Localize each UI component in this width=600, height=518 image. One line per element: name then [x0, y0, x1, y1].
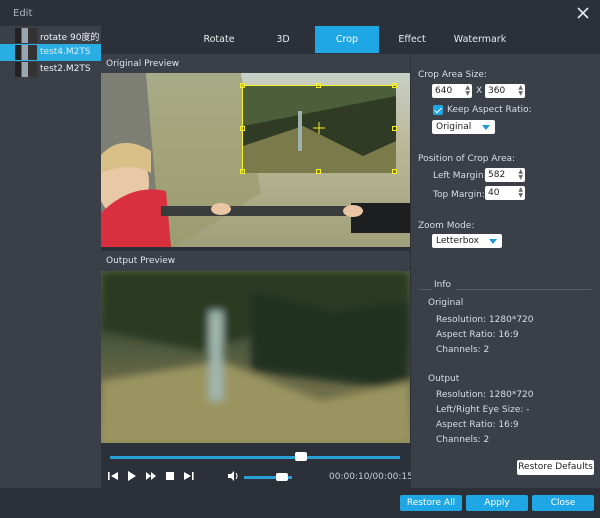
keep-aspect-checkbox[interactable]: [433, 105, 443, 115]
crop-height-input[interactable]: 360 ▲ ▼: [485, 84, 525, 98]
close-icon[interactable]: [574, 4, 592, 22]
original-preview-label: Original Preview: [106, 59, 180, 69]
tab-bar: Rotate 3D Crop Effect Watermark: [101, 26, 600, 53]
file-list: rotate 90度的... test4.M2TS test2.M2TS: [0, 26, 101, 488]
spinner-arrows-icon[interactable]: ▲ ▼: [518, 85, 523, 97]
original-preview-header: Original Preview: [101, 54, 410, 73]
crop-height-value: 360: [488, 86, 506, 96]
info-title: Info: [434, 280, 452, 290]
info-divider: [456, 289, 591, 290]
crosshair-icon: [313, 122, 325, 134]
close-button[interactable]: Close: [532, 495, 594, 511]
restore-all-button[interactable]: Restore All: [400, 495, 462, 511]
crop-handle[interactable]: [392, 169, 397, 174]
skip-forward-icon[interactable]: [183, 470, 195, 482]
top-margin-value: 40: [488, 188, 500, 198]
output-channels: Channels: 2: [436, 435, 490, 445]
original-preview: [101, 73, 410, 247]
skip-back-icon[interactable]: [107, 470, 119, 482]
zoom-mode-select[interactable]: Letterbox: [432, 234, 502, 248]
spinner-arrows-icon[interactable]: ▲ ▼: [465, 85, 470, 97]
top-margin-label: Top Margin:: [433, 190, 485, 200]
seek-handle[interactable]: [295, 452, 308, 461]
size-separator: X: [476, 86, 483, 96]
left-margin-value: 582: [488, 170, 506, 180]
file-name: rotate 90度的...: [40, 33, 100, 43]
original-channels: Channels: 2: [436, 345, 490, 355]
crop-handle[interactable]: [240, 126, 245, 131]
original-info-label: Original: [428, 298, 464, 308]
crop-position-label: Position of Crop Area:: [418, 154, 516, 164]
left-margin-label: Left Margin:: [433, 171, 487, 181]
tab-3d[interactable]: 3D: [258, 26, 308, 53]
file-item-test4[interactable]: test4.M2TS: [0, 44, 101, 61]
output-preview-label: Output Preview: [106, 256, 176, 266]
output-resolution: Resolution: 1280*720: [436, 390, 534, 400]
window-title: Edit: [13, 8, 33, 19]
title-bar: [0, 0, 600, 26]
file-item-test2[interactable]: test2.M2TS: [0, 61, 101, 78]
play-icon[interactable]: [125, 470, 137, 482]
stop-icon[interactable]: [164, 470, 176, 482]
chevron-down-icon: [489, 239, 497, 244]
file-name: test2.M2TS: [40, 64, 91, 74]
crop-area-size-label: Crop Area Size:: [418, 70, 487, 80]
time-display: 00:00:10/00:00:15: [329, 472, 413, 482]
original-resolution: Resolution: 1280*720: [436, 315, 534, 325]
output-info-label: Output: [428, 374, 460, 384]
tab-rotate[interactable]: Rotate: [191, 26, 247, 53]
crop-handle[interactable]: [240, 169, 245, 174]
original-aspect: Aspect Ratio: 16:9: [436, 330, 519, 340]
crop-handle[interactable]: [392, 126, 397, 131]
video-thumbnail: [15, 62, 37, 77]
crop-handle[interactable]: [392, 83, 397, 88]
crop-frame[interactable]: [240, 83, 397, 174]
crop-width-input[interactable]: 640 ▲ ▼: [432, 84, 472, 98]
video-thumbnail: [15, 45, 37, 60]
apply-button[interactable]: Apply: [466, 495, 528, 511]
spinner-arrows-icon[interactable]: ▲ ▼: [518, 187, 523, 199]
video-thumbnail: [15, 28, 37, 43]
restore-defaults-button[interactable]: Restore Defaults: [517, 460, 594, 475]
volume-icon[interactable]: [227, 470, 239, 482]
tab-watermark[interactable]: Watermark: [446, 26, 514, 53]
volume-handle[interactable]: [276, 473, 289, 481]
tab-crop[interactable]: Crop: [315, 26, 379, 53]
left-margin-input[interactable]: 582 ▲ ▼: [485, 168, 525, 182]
output-preview: [101, 271, 410, 443]
aspect-ratio-select[interactable]: Original: [432, 120, 495, 134]
aspect-ratio-value: Original: [436, 122, 472, 132]
file-name: test4.M2TS: [40, 47, 91, 57]
keep-aspect-label: Keep Aspect Ratio:: [447, 105, 532, 115]
zoom-mode-value: Letterbox: [436, 236, 479, 246]
fast-forward-icon[interactable]: [145, 470, 157, 482]
info-divider: [419, 289, 432, 290]
output-preview-image: [101, 271, 410, 443]
crop-handle[interactable]: [316, 83, 321, 88]
chevron-down-icon: [482, 125, 490, 130]
output-aspect: Aspect Ratio: 16:9: [436, 420, 519, 430]
file-item-rotate[interactable]: rotate 90度的...: [0, 27, 101, 44]
tab-effect[interactable]: Effect: [387, 26, 437, 53]
spinner-arrows-icon[interactable]: ▲ ▼: [518, 169, 523, 181]
zoom-mode-label: Zoom Mode:: [418, 221, 475, 231]
seek-bar: [101, 443, 410, 465]
seek-track[interactable]: [110, 456, 400, 459]
crop-handle[interactable]: [316, 169, 321, 174]
crop-width-value: 640: [435, 86, 453, 96]
crop-handle[interactable]: [240, 83, 245, 88]
top-margin-input[interactable]: 40 ▲ ▼: [485, 186, 525, 200]
output-preview-header: Output Preview: [101, 251, 410, 271]
output-eye-size: Left/Right Eye Size: -: [436, 405, 530, 415]
